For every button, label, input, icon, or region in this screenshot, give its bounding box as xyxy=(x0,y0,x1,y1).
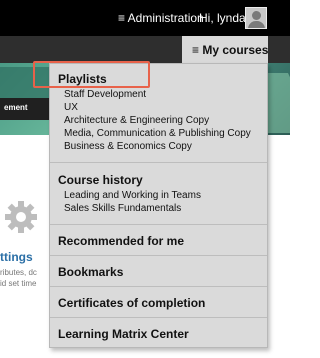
course-history-item[interactable]: Sales Skills Fundamentals xyxy=(64,203,181,214)
menu-item-certificates[interactable]: Certificates of completion xyxy=(58,296,205,310)
menu-item-recommended[interactable]: Recommended for me xyxy=(58,234,184,248)
user-greeting[interactable]: Hi, lynda xyxy=(199,11,246,25)
my-courses-button[interactable]: ≡ My courses xyxy=(182,36,268,63)
menu-item-bookmarks[interactable]: Bookmarks xyxy=(58,265,123,279)
settings-link[interactable]: ttings xyxy=(0,250,33,264)
user-avatar-icon[interactable] xyxy=(245,7,267,29)
settings-description: id set time xyxy=(0,279,37,288)
top-bar: ≡ Administration Hi, lynda xyxy=(0,0,290,36)
administration-menu[interactable]: ≡ Administration xyxy=(118,11,204,25)
my-courses-label: ≡ My courses xyxy=(192,43,269,57)
menu-divider xyxy=(50,224,267,225)
playlist-item[interactable]: Business & Economics Copy xyxy=(64,141,192,152)
settings-description: ributes, dc xyxy=(0,268,37,277)
menu-item-learning-matrix[interactable]: Learning Matrix Center xyxy=(58,327,189,341)
banner-text: ement xyxy=(4,103,28,112)
menu-item-course-history[interactable]: Course history xyxy=(58,173,143,187)
playlist-item[interactable]: Staff Development xyxy=(64,89,146,100)
my-courses-dropdown: Playlists Staff Development UX Architect… xyxy=(49,63,268,348)
menu-divider xyxy=(50,286,267,287)
playlist-item[interactable]: UX xyxy=(64,102,78,113)
menu-divider xyxy=(50,317,267,318)
gear-icon xyxy=(5,201,37,233)
playlists-highlight-box xyxy=(33,61,150,88)
playlist-item[interactable]: Media, Communication & Publishing Copy xyxy=(64,128,251,139)
menu-divider xyxy=(50,255,267,256)
course-history-item[interactable]: Leading and Working in Teams xyxy=(64,190,201,201)
menu-divider xyxy=(50,162,267,163)
playlist-item[interactable]: Architecture & Engineering Copy xyxy=(64,115,209,126)
